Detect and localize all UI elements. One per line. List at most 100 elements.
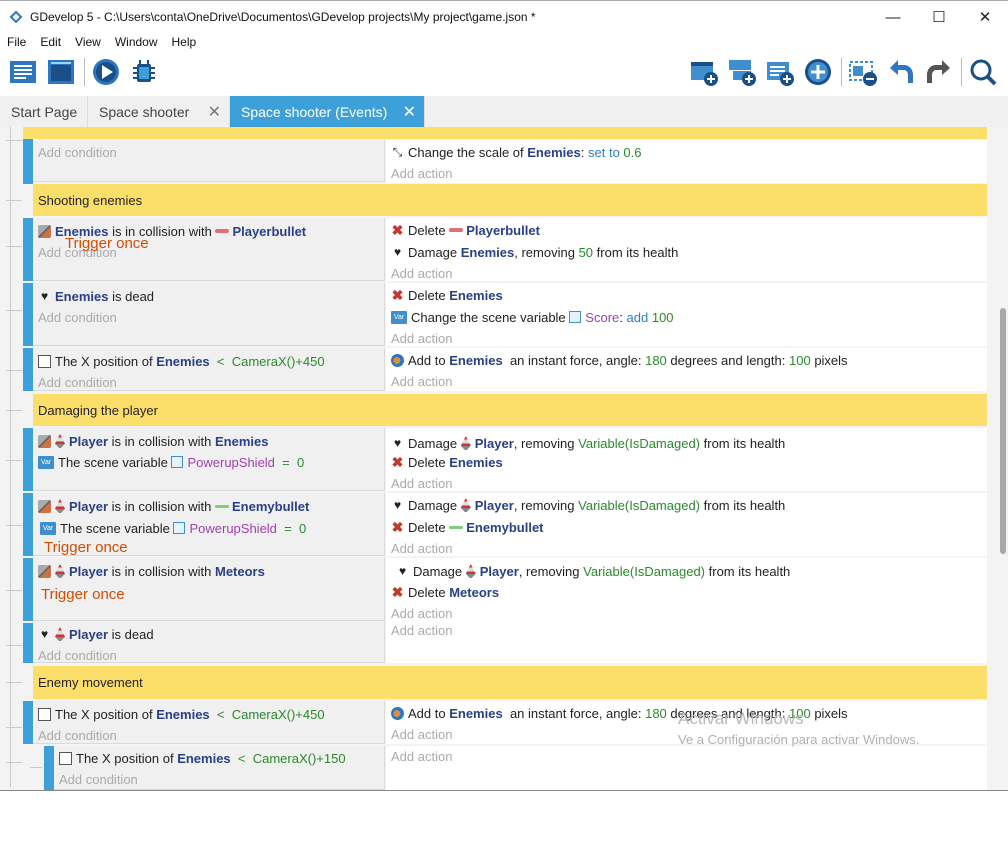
comment-partial[interactable] — [23, 127, 987, 139]
scrollbar-thumb[interactable] — [1000, 308, 1006, 554]
tab-space-shooter-events[interactable]: Space shooter (Events) ✕ — [230, 96, 425, 127]
event-handle[interactable] — [23, 623, 33, 663]
event-handle[interactable] — [23, 283, 33, 346]
maximize-button[interactable]: ☐ — [916, 1, 962, 33]
action[interactable]: ♥ Damage Enemies, removing 50 from its h… — [391, 243, 678, 261]
conditions-block[interactable]: The X position of Enemies < CameraX()+45… — [33, 701, 385, 744]
menu-help[interactable]: Help — [172, 35, 197, 49]
condition[interactable]: Player is in collision with Meteors — [38, 562, 265, 580]
add-action-link[interactable]: Add action — [391, 329, 452, 347]
event-handle[interactable] — [23, 558, 33, 621]
add-action-link[interactable]: Add action — [391, 539, 452, 557]
close-tab-icon[interactable]: ✕ — [403, 102, 416, 122]
action[interactable]: ♥ Damage Player, removing Variable(IsDam… — [396, 562, 790, 580]
condition[interactable]: Player is in collision with Enemybullet — [38, 497, 309, 515]
condition[interactable]: Player is in collision with Enemies — [38, 432, 268, 450]
event-handle[interactable] — [23, 493, 33, 556]
action[interactable]: ✖ Delete Enemybullet — [391, 518, 544, 536]
tab-start-page[interactable]: Start Page — [0, 96, 88, 127]
action[interactable]: Var Change the scene variable Score: add… — [391, 308, 674, 326]
close-tab-icon[interactable]: ✕ — [208, 102, 221, 122]
add-action-link[interactable]: Add action — [391, 264, 452, 282]
condition[interactable]: Var The scene variable PowerupShield = 0 — [40, 519, 306, 537]
conditions-block[interactable]: ♥ Enemies is dead Add condition — [33, 283, 385, 346]
actions-block[interactable]: ♥ Damage Player, removing Variable(IsDam… — [386, 558, 987, 621]
actions-block[interactable]: ✖ Delete Playerbullet ♥ Damage Enemies, … — [386, 218, 987, 281]
preview-button[interactable] — [91, 57, 121, 87]
add-action-link[interactable]: Add action — [391, 372, 452, 390]
add-action-link[interactable]: Add action — [391, 725, 452, 743]
menu-view[interactable]: View — [75, 35, 101, 49]
conditions-block[interactable]: The X position of Enemies < CameraX()+45… — [33, 348, 385, 391]
toolbar-separator — [841, 58, 842, 86]
add-action-link[interactable]: Add action — [391, 474, 452, 492]
project-manager-button[interactable] — [8, 57, 38, 87]
tab-space-shooter[interactable]: Space shooter ✕ — [88, 96, 230, 127]
actions-block[interactable]: ♥ Damage Player, removing Variable(IsDam… — [386, 493, 987, 556]
minimize-button[interactable]: — — [870, 1, 916, 33]
add-condition-link[interactable]: Add condition — [38, 308, 117, 326]
add-other-button[interactable] — [803, 57, 833, 87]
event-handle[interactable] — [23, 348, 33, 391]
action[interactable]: ✖ Delete Enemies — [391, 286, 503, 304]
undo-button[interactable] — [886, 57, 916, 87]
delete-event-button[interactable] — [848, 57, 878, 87]
event-handle[interactable] — [23, 701, 33, 744]
condition[interactable]: ♥ Player is dead — [38, 625, 154, 643]
add-action-link[interactable]: Add action — [391, 604, 452, 622]
add-condition-link[interactable]: Add condition — [38, 646, 117, 664]
actions-block[interactable]: Add action — [386, 621, 987, 663]
variable-icon: Var — [40, 521, 56, 535]
actions-block[interactable]: Add action — [386, 746, 987, 790]
action[interactable]: ⤡ Change the scale of Enemies: set to 0.… — [391, 143, 642, 161]
comment-damaging-the-player[interactable]: Damaging the player — [33, 394, 987, 426]
add-condition-link[interactable]: Add condition — [38, 726, 117, 744]
condition[interactable]: The X position of Enemies < CameraX()+15… — [59, 749, 346, 767]
condition[interactable]: The X position of Enemies < CameraX()+45… — [38, 352, 325, 370]
conditions-block[interactable]: The X position of Enemies < CameraX()+15… — [54, 746, 385, 790]
event-handle[interactable] — [23, 218, 33, 281]
add-action-link[interactable]: Add action — [391, 621, 452, 639]
add-action-link[interactable]: Add action — [391, 164, 452, 182]
events-sheet[interactable]: Add condition ⤡ Change the scale of Enem… — [0, 127, 1008, 790]
action[interactable]: Add to Enemies an instant force, angle: … — [391, 351, 848, 369]
conditions-block[interactable]: Player is in collision with Enemies Var … — [33, 428, 385, 491]
scene-editor-button[interactable] — [46, 57, 76, 87]
add-event-button[interactable] — [689, 57, 719, 87]
menu-edit[interactable]: Edit — [40, 35, 61, 49]
conditions-block[interactable]: Add condition — [33, 140, 385, 182]
event-handle[interactable] — [23, 139, 33, 184]
comment-shooting-enemies[interactable]: Shooting enemies — [33, 184, 987, 216]
event-handle[interactable] — [44, 746, 54, 790]
conditions-block[interactable]: ♥ Player is dead Add condition — [33, 621, 385, 663]
action[interactable]: ♥ Damage Player, removing Variable(IsDam… — [391, 434, 785, 452]
add-comment-button[interactable] — [765, 57, 795, 87]
add-subevent-button[interactable] — [727, 57, 757, 87]
close-window-button[interactable]: ✕ — [962, 1, 1008, 33]
add-condition-link[interactable]: Add condition — [38, 143, 117, 161]
action[interactable]: ✖ Delete Playerbullet — [391, 221, 540, 239]
menu-window[interactable]: Window — [115, 35, 158, 49]
vertical-scrollbar[interactable] — [997, 127, 1008, 790]
debugger-button[interactable] — [129, 57, 159, 87]
condition[interactable]: ♥ Enemies is dead — [38, 287, 154, 305]
tab-bar: Start Page Space shooter ✕ Space shooter… — [0, 96, 1008, 127]
search-button[interactable] — [968, 57, 998, 87]
condition[interactable]: The X position of Enemies < CameraX()+45… — [38, 705, 325, 723]
actions-block[interactable]: ✖ Delete Enemies Var Change the scene va… — [386, 283, 987, 346]
comment-enemy-movement[interactable]: Enemy movement — [33, 666, 987, 699]
toolbar-separator — [84, 58, 85, 86]
actions-block[interactable]: ⤡ Change the scale of Enemies: set to 0.… — [386, 140, 987, 183]
add-condition-link[interactable]: Add condition — [38, 373, 117, 391]
event-handle[interactable] — [23, 428, 33, 491]
menu-file[interactable]: File — [7, 35, 26, 49]
condition[interactable]: Var The scene variable PowerupShield = 0 — [38, 453, 304, 471]
add-condition-link[interactable]: Add condition — [59, 770, 138, 788]
actions-block[interactable]: Add to Enemies an instant force, angle: … — [386, 348, 987, 391]
add-action-link[interactable]: Add action — [391, 747, 452, 765]
actions-block[interactable]: ♥ Damage Player, removing Variable(IsDam… — [386, 428, 987, 491]
action[interactable]: ♥ Damage Player, removing Variable(IsDam… — [391, 496, 785, 514]
action[interactable]: ✖ Delete Meteors — [391, 583, 499, 601]
redo-button[interactable] — [924, 57, 954, 87]
action[interactable]: ✖ Delete Enemies — [391, 453, 503, 471]
